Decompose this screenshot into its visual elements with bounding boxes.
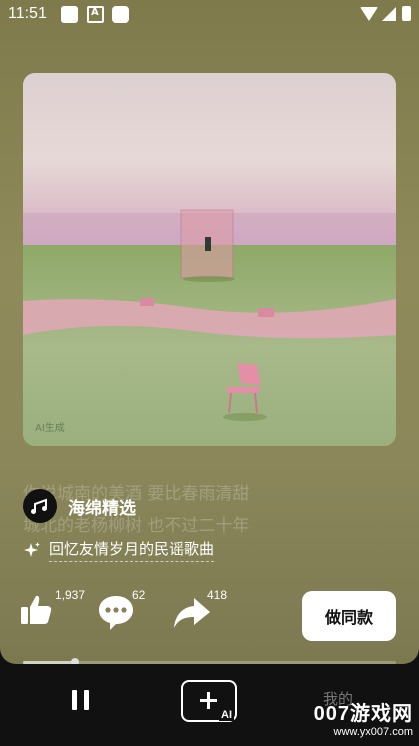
wifi-icon — [360, 6, 378, 21]
status-time: 11:51 — [8, 5, 47, 22]
music-note-icon — [31, 498, 47, 514]
status-icons — [360, 6, 411, 21]
like-count: 1,937 — [55, 588, 86, 602]
notification-icon-2 — [112, 6, 129, 23]
song-title[interactable]: 回忆友情岁月的民谣歌曲 — [49, 538, 215, 562]
thumbs-up-icon — [21, 595, 52, 624]
share-count: 418 — [207, 588, 228, 602]
make-same-button[interactable]: 做同款 — [302, 591, 396, 641]
sparkle-icon — [24, 542, 40, 557]
pause-button[interactable] — [72, 690, 90, 710]
channel-avatar[interactable] — [23, 489, 57, 523]
comment-icon — [99, 596, 133, 630]
site-watermark-url: www.yx007.com — [333, 726, 413, 738]
notification-icon — [61, 6, 78, 23]
create-ai-button[interactable]: AI — [181, 680, 237, 722]
pause-icon-bar — [72, 690, 77, 710]
album-artwork[interactable]: AI生成 — [23, 73, 396, 446]
like-button[interactable]: 1,937 — [18, 588, 85, 636]
channel-name[interactable]: 海绵精选 — [68, 494, 136, 519]
comment-count: 62 — [132, 588, 146, 602]
share-button[interactable]: 418 — [172, 588, 227, 636]
channel-info[interactable]: 海绵精选 — [23, 489, 136, 523]
status-bar: 11:51 — [0, 0, 419, 30]
song-info[interactable]: 回忆友情岁月的民谣歌曲 — [23, 538, 215, 562]
plus-icon — [200, 699, 217, 702]
player-screen: 11:51 A AI生成 你说城南的美酒 要比春雨清甜 城北的老杨柳树 也不过二… — [0, 0, 419, 664]
signal-icon — [382, 6, 396, 21]
pause-icon-bar — [84, 690, 89, 710]
ai-generated-mark: AI生成 — [35, 423, 65, 434]
comment-button[interactable]: 62 — [96, 588, 145, 636]
artwork-image — [23, 73, 396, 446]
app-notification-icon — [87, 6, 104, 23]
ai-label: AI — [219, 709, 234, 721]
site-watermark: 007游戏网 www.yx007.com — [314, 697, 413, 738]
share-arrow-icon — [174, 598, 210, 628]
battery-icon — [402, 6, 411, 21]
site-watermark-title: 007游戏网 — [313, 703, 413, 725]
